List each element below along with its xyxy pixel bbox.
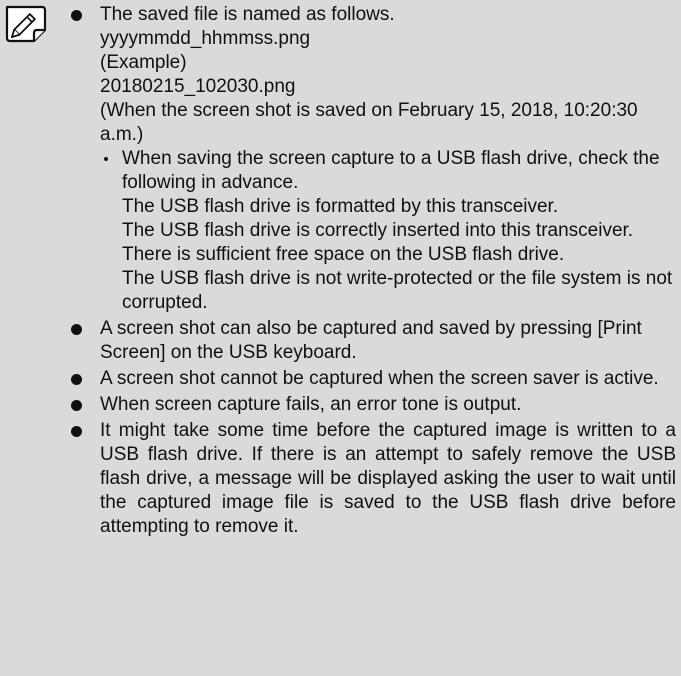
note-line: (Example) [100,52,187,73]
note-line: The saved file is named as follows. [100,4,395,25]
file-name-format: yyyymmdd_hhmmss.png [100,28,311,49]
note-line: (When the screen shot is saved on Februa… [100,100,638,145]
note-item: The saved file is named as follows. yyyy… [70,3,676,315]
bullet-icon [71,324,82,335]
sub-note-line: The USB flash drive is correctly inserte… [122,220,634,241]
sub-note-line: The USB flash drive is formatted by this… [122,196,559,217]
note-item: It might take some time before the captu… [70,419,676,539]
sub-note-line: There is sufficient free space on the US… [122,244,565,265]
file-name-example: 20180215_102030.png [100,76,296,97]
note-text: A screen shot can also be captured and s… [100,318,642,363]
note-text: A screen shot cannot be captured when th… [100,368,659,389]
pencil-note-icon [5,5,47,43]
sub-bullet-icon [104,157,108,161]
note-text: It might take some time before the captu… [100,420,676,537]
bullet-icon [71,426,82,437]
sub-note-item: When saving the screen capture to a USB … [100,147,676,315]
notes-content: The saved file is named as follows. yyyy… [70,3,676,539]
sub-note-line: The USB flash drive is not write-protect… [122,268,673,313]
sub-note-line: When saving the screen capture to a USB … [122,148,660,193]
bullet-icon [71,400,82,411]
note-item: A screen shot cannot be captured when th… [70,367,676,391]
bullet-icon [71,374,82,385]
bullet-icon [71,10,82,21]
note-text: When screen capture fails, an error tone… [100,394,522,415]
note-item: When screen capture fails, an error tone… [70,393,676,417]
note-item: A screen shot can also be captured and s… [70,317,676,365]
